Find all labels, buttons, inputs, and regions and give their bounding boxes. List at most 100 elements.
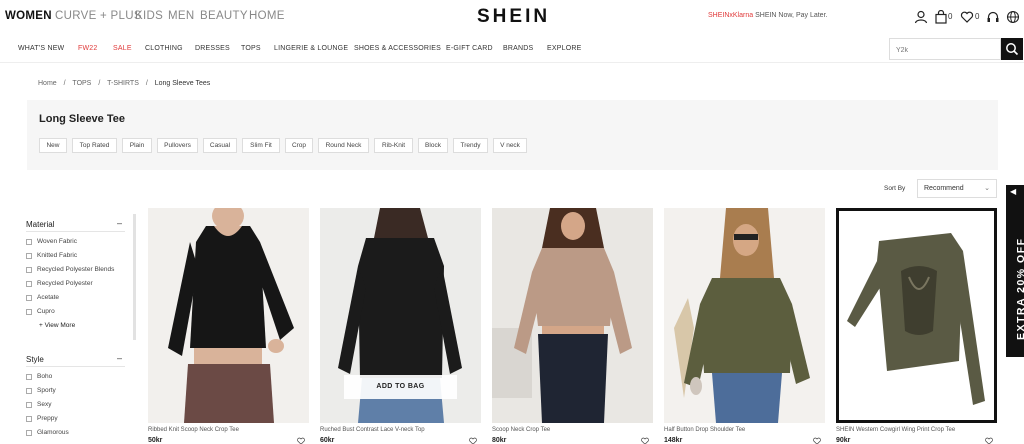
- tag-slim-fit[interactable]: Slim Fit: [242, 138, 280, 153]
- breadcrumb-separator: /: [63, 80, 66, 87]
- filter-option-label: Sexy: [37, 401, 52, 408]
- headset-icon[interactable]: [986, 10, 1000, 24]
- product-photo-wing-print-tee: [839, 211, 994, 420]
- checkbox[interactable]: [26, 430, 32, 436]
- nav-tops[interactable]: TOPS: [241, 45, 261, 52]
- filter-style-title[interactable]: Style: [26, 355, 44, 364]
- filter-option-label: Cupro: [37, 308, 55, 315]
- tag-pullovers[interactable]: Pullovers: [157, 138, 198, 153]
- category-men[interactable]: MEN: [168, 10, 194, 22]
- search-box: [889, 38, 1001, 61]
- caret-left-icon[interactable]: ◀: [1010, 187, 1016, 196]
- category-women[interactable]: WOMEN: [5, 10, 52, 22]
- nav-sale[interactable]: SALE: [113, 45, 132, 52]
- search-input[interactable]: [890, 40, 1000, 61]
- nav-lingerie-lounge[interactable]: LINGERIE & LOUNGE: [274, 45, 348, 52]
- product-image[interactable]: [664, 208, 825, 423]
- nav-brands[interactable]: BRANDS: [503, 45, 533, 52]
- nav-dresses[interactable]: DRESSES: [195, 45, 230, 52]
- product-photo-tan-crop-tee: [492, 208, 653, 423]
- breadcrumb-tops[interactable]: TOPS: [72, 80, 91, 87]
- checkbox[interactable]: [26, 402, 32, 408]
- breadcrumb-current: Long Sleeve Tees: [154, 80, 211, 87]
- tag-casual[interactable]: Casual: [203, 138, 237, 153]
- filter-material-title[interactable]: Material: [26, 220, 54, 229]
- filter-option-label: Sporty: [37, 387, 56, 394]
- tag-crop[interactable]: Crop: [285, 138, 313, 153]
- globe-icon[interactable]: [1006, 10, 1020, 24]
- nav-shoes-accessories[interactable]: SHOES & ACCESSORIES: [354, 45, 441, 52]
- view-more-link[interactable]: + View More: [39, 322, 75, 329]
- collapse-icon[interactable]: –: [117, 218, 122, 228]
- wishlist-heart-icon[interactable]: [297, 437, 305, 444]
- search-icon: [1006, 43, 1019, 56]
- sidebar-scrollbar[interactable]: [133, 214, 136, 340]
- tag-v-neck[interactable]: V neck: [493, 138, 527, 153]
- breadcrumb-separator: /: [145, 80, 148, 87]
- checkbox[interactable]: [26, 374, 32, 380]
- checkbox[interactable]: [26, 281, 32, 287]
- product-price: 148kr: [664, 437, 683, 444]
- product-price: 90kr: [836, 437, 851, 444]
- product-photo-olive-button-tee: [664, 208, 825, 423]
- product-name[interactable]: Ruched Bust Contrast Lace V-neck Top: [320, 427, 425, 433]
- product-name[interactable]: SHEIN Western Cowgirl Wing Print Crop Te…: [836, 427, 955, 433]
- nav-e-gift-card[interactable]: E-GIFT CARD: [446, 45, 493, 52]
- checkbox[interactable]: [26, 253, 32, 259]
- account-icon[interactable]: [914, 10, 928, 24]
- tag-block[interactable]: Block: [418, 138, 448, 153]
- filter-option-label: Recycled Polyester: [37, 280, 93, 287]
- wishlist-icon[interactable]: [960, 10, 974, 24]
- wishlist-heart-icon[interactable]: [985, 437, 993, 444]
- filter-option-label: Knitted Fabric: [37, 252, 78, 259]
- main-nav: WHAT'S NEW FW22 SALE CLOTHING DRESSES TO…: [0, 35, 1024, 63]
- tag-plain[interactable]: Plain: [122, 138, 152, 153]
- bag-icon[interactable]: [934, 10, 948, 24]
- product-name[interactable]: Scoop Neck Crop Tee: [492, 427, 550, 433]
- wishlist-heart-icon[interactable]: [469, 437, 477, 444]
- category-kids[interactable]: KIDS: [135, 10, 163, 22]
- bag-count: 0: [948, 12, 953, 21]
- add-to-bag-button[interactable]: ADD TO BAG: [344, 375, 457, 399]
- filter-option-label: Recycled Polyester Blends: [37, 266, 115, 273]
- wishlist-heart-icon[interactable]: [813, 437, 821, 444]
- product-image[interactable]: [148, 208, 309, 423]
- category-curve-plus[interactable]: CURVE + PLUS: [55, 10, 142, 22]
- tag-rib-knit[interactable]: Rib-Knit: [374, 138, 413, 153]
- checkbox[interactable]: [26, 239, 32, 245]
- checkbox[interactable]: [26, 388, 32, 394]
- checkbox[interactable]: [26, 295, 32, 301]
- product-price: 80kr: [492, 437, 507, 444]
- shein-logo[interactable]: SHEIN: [477, 6, 550, 28]
- tag-top-rated[interactable]: Top Rated: [72, 138, 117, 153]
- filter-option-label: Woven Fabric: [37, 238, 77, 245]
- product-name[interactable]: Ribbed Knit Scoop Neck Crop Tee: [148, 427, 239, 433]
- checkbox[interactable]: [26, 267, 32, 273]
- product-image[interactable]: [836, 208, 997, 423]
- checkbox[interactable]: [26, 416, 32, 422]
- checkbox[interactable]: [26, 309, 32, 315]
- wishlist-heart-icon[interactable]: [641, 437, 649, 444]
- promo-text: SHEIN Now, Pay Later.: [755, 12, 828, 19]
- breadcrumb-home[interactable]: Home: [38, 80, 57, 87]
- nav-whats-new[interactable]: WHAT'S NEW: [18, 45, 64, 52]
- product-image[interactable]: [492, 208, 653, 423]
- tag-new[interactable]: New: [39, 138, 67, 153]
- chevron-down-icon: ⌄: [984, 185, 990, 192]
- nav-explore[interactable]: EXPLORE: [547, 45, 581, 52]
- filter-option-label: Boho: [37, 373, 53, 380]
- nav-fw22[interactable]: FW22: [78, 45, 97, 52]
- tag-trendy[interactable]: Trendy: [453, 138, 488, 153]
- tag-round-neck[interactable]: Round Neck: [318, 138, 369, 153]
- promo-banner[interactable]: SHEINxKlarna SHEIN Now, Pay Later.: [708, 12, 827, 19]
- nav-clothing[interactable]: CLOTHING: [145, 45, 183, 52]
- search-button[interactable]: [1001, 38, 1023, 60]
- category-beauty[interactable]: BEAUTY: [200, 10, 248, 22]
- breadcrumb-t-shirts[interactable]: T-SHIRTS: [107, 80, 139, 87]
- category-home[interactable]: HOME: [249, 10, 285, 22]
- breadcrumb-separator: /: [98, 80, 101, 87]
- filter-option-label: Preppy: [37, 415, 58, 422]
- sort-select[interactable]: Recommend ⌄: [917, 179, 997, 198]
- collapse-icon[interactable]: –: [117, 353, 122, 363]
- product-name[interactable]: Half Button Drop Shoulder Tee: [664, 427, 745, 433]
